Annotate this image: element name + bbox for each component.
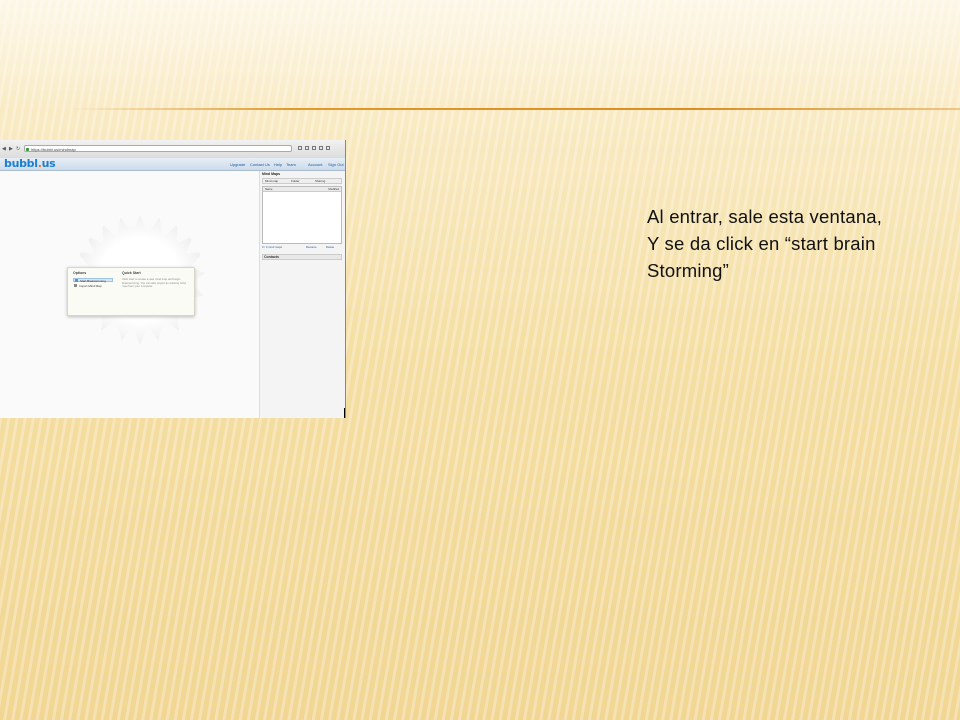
panel-footer: 0 / 3 mind maps Rename Delete — [262, 245, 342, 249]
settings-icon[interactable] — [319, 146, 323, 150]
import-icon — [74, 284, 77, 287]
column-modified[interactable]: Modified — [328, 187, 339, 191]
sharing-button[interactable]: Sharing — [315, 179, 325, 184]
column-name[interactable]: Name — [265, 187, 272, 191]
embedded-screenshot: ◀ ▶ ↻ https://bubbl.us/mindmap bubbl.us … — [0, 140, 346, 418]
start-dialog: Options Start Brainstorming Import Mind … — [67, 267, 195, 316]
caption-line-1: Al entrar, sale esta ventana, — [647, 206, 883, 227]
menu-upgrade[interactable]: Upgrade — [230, 162, 245, 167]
page-icon[interactable] — [298, 146, 302, 150]
menu-icon[interactable] — [326, 146, 330, 150]
options-heading: Options — [73, 271, 87, 275]
menu-help[interactable]: Help — [274, 162, 282, 167]
lock-icon — [26, 148, 29, 151]
start-brainstorming-option[interactable]: Start Brainstorming — [73, 278, 113, 283]
back-icon[interactable]: ◀ — [2, 146, 6, 152]
new-mind-map-button[interactable]: Mind map — [265, 179, 278, 184]
address-bar[interactable]: https://bubbl.us/mindmap — [24, 145, 292, 152]
import-mind-map-option[interactable]: Import Mind Map — [73, 284, 113, 288]
caption-line-2: Y se da click en “start brain — [647, 233, 876, 254]
list-header: Name Modified — [263, 187, 341, 192]
app-logo[interactable]: bubbl.us — [4, 158, 56, 170]
cursor-mark — [344, 408, 345, 418]
mind-maps-panel: Mind Maps Mind map Folder Sharing Name M… — [260, 171, 345, 418]
panel-title: Mind Maps — [262, 172, 281, 176]
map-count: 0 / 3 mind maps — [262, 245, 282, 249]
new-folder-button[interactable]: Folder — [291, 179, 300, 184]
delete-button[interactable]: Delete — [326, 245, 334, 249]
description-heading: Quick Start — [122, 271, 141, 275]
slide-caption: Al entrar, sale esta ventana, Y se da cl… — [647, 203, 947, 284]
url-text: https://bubbl.us/mindmap — [31, 147, 76, 152]
menu-sign-out[interactable]: Sign Out — [328, 162, 344, 167]
title-divider-line — [70, 108, 960, 110]
menu-team[interactable]: Team — [286, 162, 296, 167]
description-text: Click start to create a new mind map and… — [122, 277, 186, 289]
workspace-canvas[interactable]: Options Start Brainstorming Import Mind … — [0, 171, 260, 418]
caption-line-3: Storming” — [647, 260, 729, 281]
menu-account[interactable]: Account — [308, 162, 322, 167]
app-header: bubbl.us Upgrade Contact Us Help Team Ac… — [0, 158, 345, 171]
extension-icon[interactable] — [312, 146, 316, 150]
reload-icon[interactable]: ↻ — [16, 146, 20, 152]
forward-icon[interactable]: ▶ — [9, 146, 13, 152]
rename-button[interactable]: Rename — [306, 245, 317, 249]
panel-toolbar: Mind map Folder Sharing — [262, 178, 342, 184]
contacts-section[interactable]: Contacts — [262, 254, 342, 260]
brainstorm-icon — [75, 279, 78, 282]
mind-map-list[interactable]: Name Modified — [262, 186, 342, 244]
slide-top-highlight — [0, 0, 960, 110]
star-icon[interactable] — [305, 146, 309, 150]
menu-contact-us[interactable]: Contact Us — [250, 162, 270, 167]
